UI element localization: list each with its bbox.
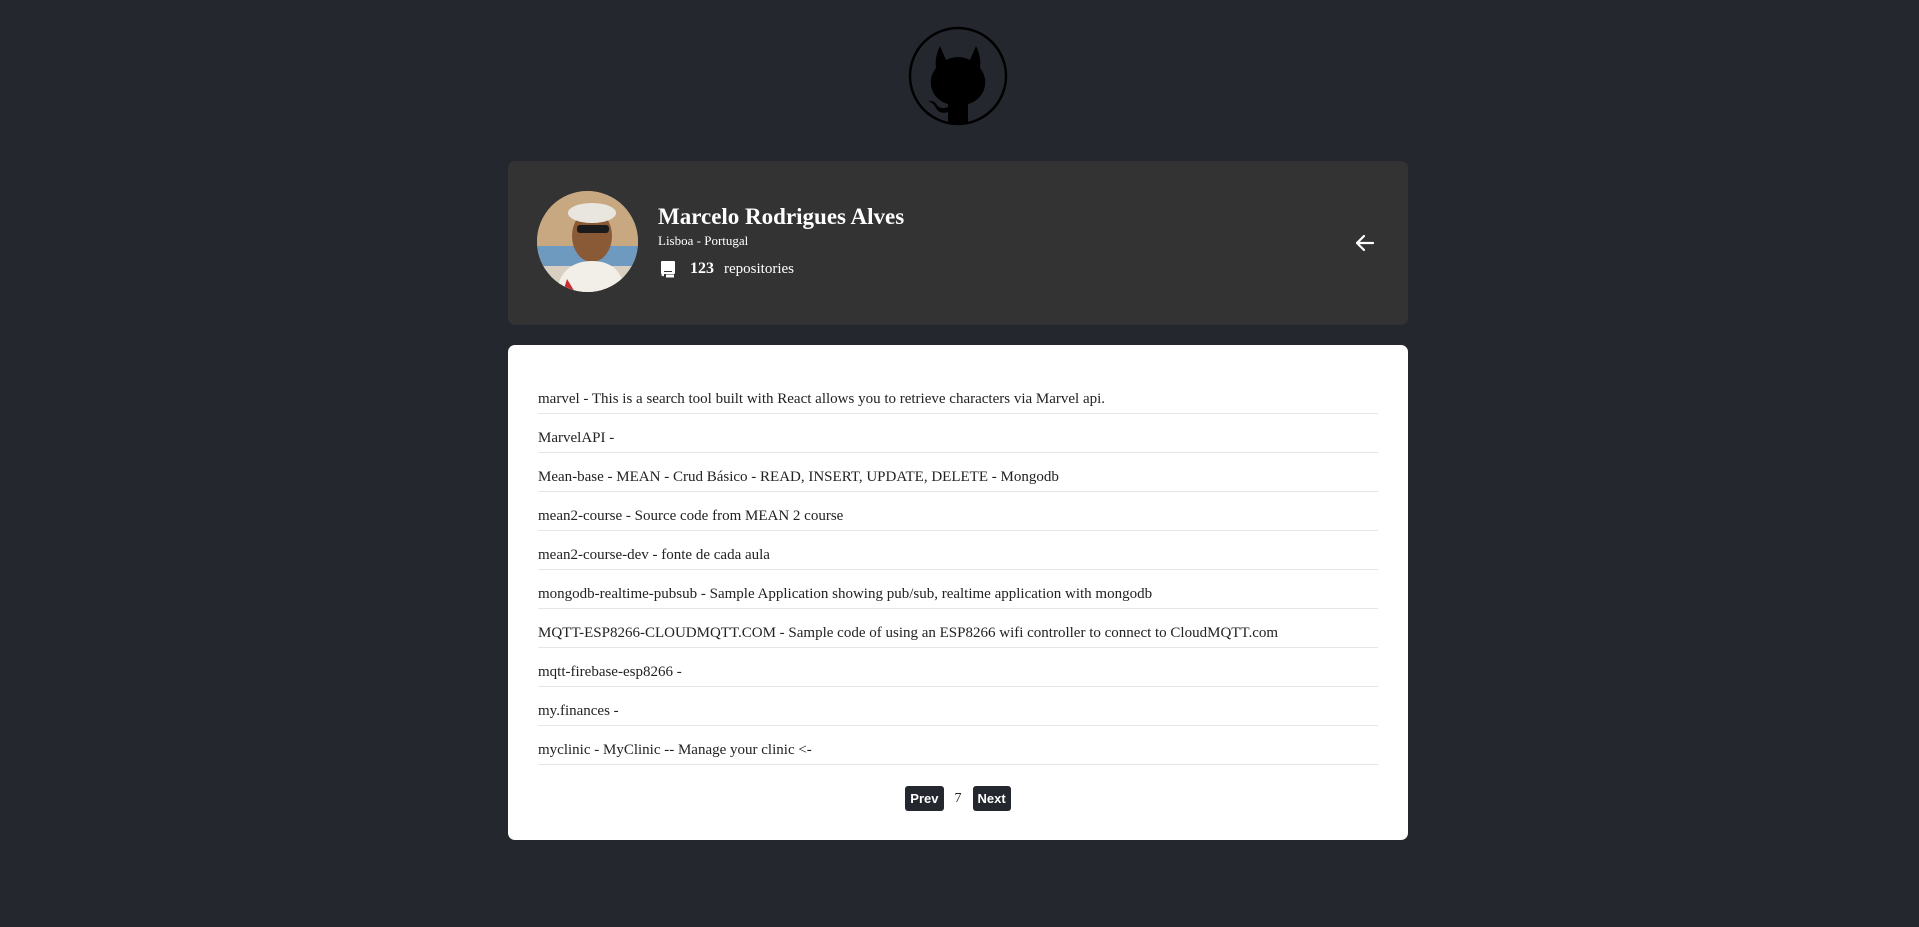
repository-item[interactable]: mongodb-realtime-pubsub - Sample Applica… bbox=[538, 570, 1378, 609]
arrow-left-icon bbox=[1355, 234, 1375, 252]
back-button[interactable] bbox=[1353, 231, 1377, 255]
repository-item[interactable]: MarvelAPI - bbox=[538, 414, 1378, 453]
profile-card: Marcelo Rodrigues Alves Lisboa - Portuga… bbox=[508, 161, 1408, 325]
avatar bbox=[537, 191, 638, 292]
repository-item[interactable]: my.finances - bbox=[538, 687, 1378, 726]
repository-item[interactable]: Mean-base - MEAN - Crud Básico - READ, I… bbox=[538, 453, 1378, 492]
current-page-number: 7 bbox=[954, 790, 962, 806]
repository-list: marvel - This is a search tool built wit… bbox=[538, 375, 1378, 765]
repository-item[interactable]: marvel - This is a search tool built wit… bbox=[538, 375, 1378, 414]
profile-location: Lisboa - Portugal bbox=[658, 233, 749, 248]
github-octocat-icon bbox=[908, 26, 1008, 126]
repository-item[interactable]: mean2-course-dev - fonte de cada aula bbox=[538, 531, 1378, 570]
next-button[interactable]: Next bbox=[972, 786, 1011, 811]
user-avatar-icon bbox=[537, 191, 638, 292]
repo-count-info: 123 repositories bbox=[660, 259, 794, 279]
repositories-card: marvel - This is a search tool built wit… bbox=[508, 345, 1408, 840]
repository-item[interactable]: myclinic - MyClinic -- Manage your clini… bbox=[538, 726, 1378, 765]
repository-item[interactable]: mean2-course - Source code from MEAN 2 c… bbox=[538, 492, 1378, 531]
repo-count: 123 bbox=[690, 260, 714, 277]
repo-count-label: repositories bbox=[724, 260, 794, 277]
prev-button[interactable]: Prev bbox=[905, 786, 944, 811]
profile-name: Marcelo Rodrigues Alves bbox=[658, 204, 905, 229]
github-logo bbox=[908, 24, 1008, 128]
pagination: Prev 7 Next bbox=[508, 786, 1408, 811]
repository-item[interactable]: MQTT-ESP8266-CLOUDMQTT.COM - Sample code… bbox=[538, 609, 1378, 648]
repository-item[interactable]: mqtt-firebase-esp8266 - bbox=[538, 648, 1378, 687]
repo-book-icon bbox=[661, 260, 675, 277]
